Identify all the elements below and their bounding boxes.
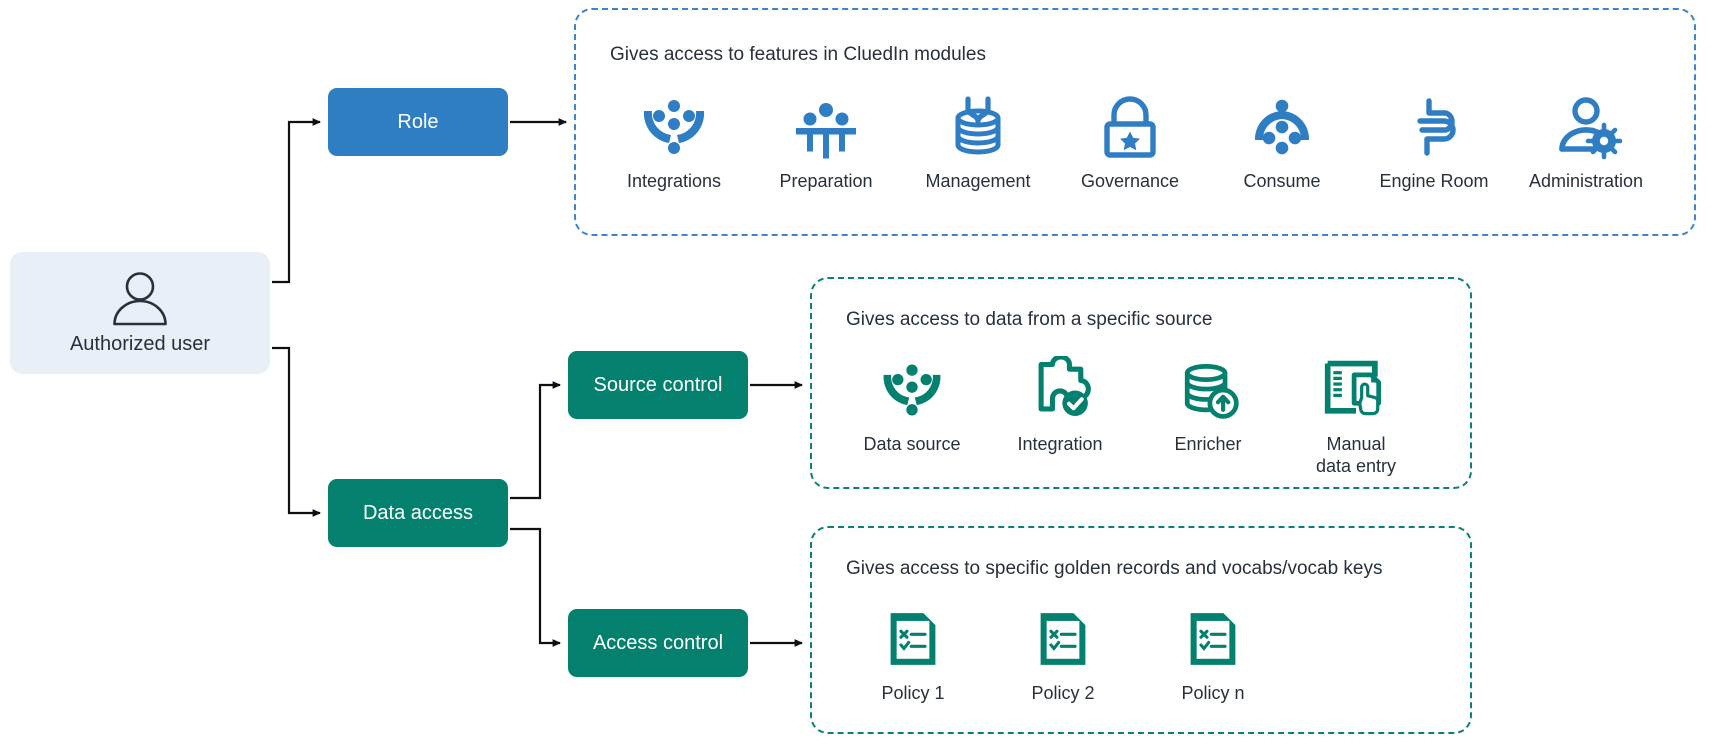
engine-room-icon <box>1398 92 1470 162</box>
panel-source-control: Gives access to data from a specific sou… <box>810 277 1472 489</box>
source-enricher-label: Enricher <box>1174 434 1242 454</box>
policy-item-n-label: Policy n <box>1181 683 1245 703</box>
node-data-access[interactable]: Data access <box>328 479 508 547</box>
source-data-source-label: Data source <box>863 434 961 454</box>
governance-lock-icon <box>1094 92 1166 162</box>
source-enricher[interactable]: Enricher <box>1134 355 1282 455</box>
manual-data-entry-icon <box>1322 355 1390 425</box>
policy-item-1[interactable]: Policy 1 <box>838 604 988 704</box>
feature-management-label: Management <box>925 171 1031 191</box>
diagram-canvas: Authorized user Role Data access Source … <box>0 0 1713 745</box>
panel-access-control: Gives access to specific golden records … <box>810 526 1472 734</box>
feature-integrations[interactable]: Integrations <box>598 92 750 192</box>
node-source-control-label: Source control <box>593 373 723 396</box>
source-manual-data-entry-label: Manual data entry <box>1315 434 1397 476</box>
policy-item-n[interactable]: Policy n <box>1138 604 1288 704</box>
panel-role-icon-row: Integrations Preparation Management Gove… <box>598 92 1662 192</box>
preparation-icon <box>790 92 862 162</box>
panel-access-control-icon-row: Policy 1 Policy 2 Policy n <box>838 604 1288 704</box>
policy-document-icon <box>1182 604 1244 674</box>
node-access-control-label: Access control <box>592 631 724 654</box>
consume-icon <box>1246 92 1318 162</box>
source-manual-data-entry[interactable]: Manual data entry <box>1282 355 1430 477</box>
feature-integrations-label: Integrations <box>626 171 722 191</box>
authorized-user-node: Authorized user <box>10 252 270 374</box>
panel-role-features: Gives access to features in CluedIn modu… <box>574 8 1696 236</box>
enricher-database-icon <box>1174 355 1242 425</box>
integration-puzzle-icon <box>1026 355 1094 425</box>
feature-administration-label: Administration <box>1528 171 1644 191</box>
feature-governance[interactable]: Governance <box>1054 92 1206 192</box>
feature-administration[interactable]: Administration <box>1510 92 1662 192</box>
administration-icon <box>1550 92 1622 162</box>
panel-source-control-caption: Gives access to data from a specific sou… <box>846 309 1213 330</box>
feature-preparation-label: Preparation <box>779 171 873 191</box>
policy-document-icon <box>1032 604 1094 674</box>
panel-source-control-icon-row: Data source Integration Enricher Manual … <box>838 355 1430 477</box>
feature-consume[interactable]: Consume <box>1206 92 1358 192</box>
integrations-icon <box>638 92 710 162</box>
authorized-user-label: Authorized user <box>69 333 211 355</box>
panel-role-caption: Gives access to features in CluedIn modu… <box>610 44 986 65</box>
feature-consume-label: Consume <box>1243 171 1321 191</box>
source-integration-label: Integration <box>1017 434 1103 454</box>
feature-engine-room[interactable]: Engine Room <box>1358 92 1510 192</box>
node-role-label: Role <box>397 110 439 133</box>
policy-document-icon <box>882 604 944 674</box>
policy-item-2[interactable]: Policy 2 <box>988 604 1138 704</box>
feature-preparation[interactable]: Preparation <box>750 92 902 192</box>
policy-item-2-label: Policy 2 <box>1031 683 1095 703</box>
feature-governance-label: Governance <box>1080 171 1180 191</box>
policy-item-1-label: Policy 1 <box>881 683 945 703</box>
node-data-access-label: Data access <box>362 501 474 524</box>
panel-access-control-caption: Gives access to specific golden records … <box>846 558 1383 579</box>
node-role[interactable]: Role <box>328 88 508 156</box>
feature-management[interactable]: Management <box>902 92 1054 192</box>
node-access-control[interactable]: Access control <box>568 609 748 677</box>
source-data-source[interactable]: Data source <box>838 355 986 455</box>
management-icon <box>942 92 1014 162</box>
node-source-control[interactable]: Source control <box>568 351 748 419</box>
person-icon <box>109 270 171 330</box>
feature-engine-room-label: Engine Room <box>1379 171 1489 191</box>
source-integration[interactable]: Integration <box>986 355 1134 455</box>
data-source-icon <box>878 355 946 425</box>
